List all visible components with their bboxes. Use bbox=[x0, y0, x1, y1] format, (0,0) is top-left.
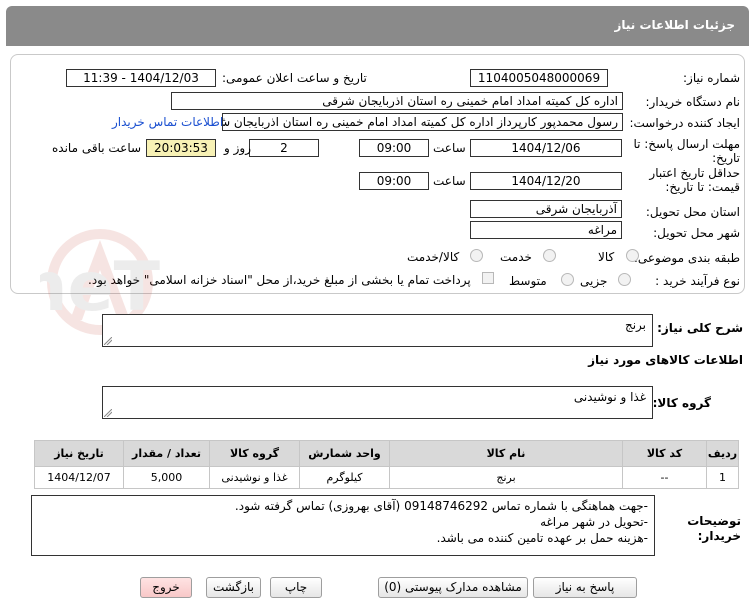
treasury-payment-note: پرداخت تمام یا بخشی از مبلغ خرید،از محل … bbox=[88, 273, 471, 287]
category-label: طبقه بندی موضوعی: bbox=[633, 251, 740, 265]
province-label: استان محل تحویل: bbox=[645, 205, 740, 219]
buyer-org-field: اداره کل کمیته امداد امام خمینی ره استان… bbox=[171, 92, 623, 110]
summary-label: شرح کلی نیاز: bbox=[657, 321, 743, 335]
announce-date-label: تاریخ و ساعت اعلان عمومی: bbox=[222, 71, 367, 85]
remaining-time-field: 20:03:53 bbox=[146, 139, 216, 157]
resize-grip-icon[interactable] bbox=[104, 337, 112, 345]
col-group-header: گروه کالا bbox=[209, 440, 300, 467]
remaining-time-label: ساعت باقی مانده bbox=[52, 141, 142, 155]
back-button[interactable]: بازگشت bbox=[206, 577, 261, 598]
col-date-header: تاریخ نیاز bbox=[34, 440, 124, 467]
summary-text: برنج bbox=[624, 318, 646, 332]
process-medium-radio[interactable] bbox=[561, 273, 574, 286]
col-row-header: ردیف bbox=[706, 440, 739, 467]
province-field: آذربایجان شرقی bbox=[470, 200, 622, 218]
creator-field: رسول محمدپور کارپرداز اداره کل کمیته امد… bbox=[222, 113, 623, 131]
quantity-cell: 5,000 bbox=[123, 466, 210, 489]
need-number-label: شماره نیاز: bbox=[683, 71, 740, 85]
summary-textarea: برنج bbox=[102, 314, 653, 347]
page-header: جزئیات اطلاعات نیاز bbox=[6, 6, 749, 46]
days-label: روز و bbox=[224, 141, 251, 155]
item-code-cell: -- bbox=[622, 466, 707, 489]
treasury-payment-checkbox[interactable] bbox=[482, 272, 494, 284]
goods-table: ردیف کد کالا نام کالا واحد شمارش گروه کا… bbox=[34, 440, 739, 489]
table-header-row: ردیف کد کالا نام کالا واحد شمارش گروه کا… bbox=[34, 440, 739, 467]
item-name-cell: برنج bbox=[389, 466, 623, 489]
buyer-notes-label: توضیحات خریدار: bbox=[687, 514, 741, 543]
group-cell: غذا و نوشیدنی bbox=[209, 466, 300, 489]
category-goods-label: کالا bbox=[598, 250, 615, 264]
col-unit-header: واحد شمارش bbox=[299, 440, 390, 467]
need-date-cell: 1404/12/07 bbox=[34, 466, 124, 489]
table-row[interactable]: 1 -- برنج کیلوگرم غذا و نوشیدنی 5,000 14… bbox=[34, 466, 739, 489]
process-type-label: نوع فرآیند خرید : bbox=[655, 274, 740, 288]
goods-group-textarea: غذا و نوشیدنی bbox=[102, 386, 653, 419]
category-goods-radio[interactable] bbox=[626, 249, 639, 262]
buyer-org-label: نام دستگاه خریدار: bbox=[645, 95, 741, 109]
buyer-contact-link[interactable]: اطلاعات تماس خریدار bbox=[112, 115, 223, 129]
resize-grip-icon[interactable] bbox=[104, 409, 112, 417]
category-both-label: کالا/خدمت bbox=[407, 250, 460, 264]
row-number-cell: 1 bbox=[706, 466, 739, 489]
goods-info-title: اطلاعات کالاهای مورد نیاز bbox=[588, 353, 743, 367]
page-title: جزئیات اطلاعات نیاز bbox=[614, 18, 735, 32]
validity-time-field: 09:00 bbox=[359, 172, 429, 190]
col-name-header: نام کالا bbox=[389, 440, 623, 467]
category-both-radio[interactable] bbox=[470, 249, 483, 262]
goods-group-label: گروه کالا: bbox=[652, 396, 711, 410]
process-medium-label: متوسط bbox=[509, 274, 547, 288]
col-quantity-header: تعداد / مقدار bbox=[123, 440, 210, 467]
process-small-radio[interactable] bbox=[618, 273, 631, 286]
price-validity-label: حداقل تاریخ اعتبار قیمت: تا تاریخ: bbox=[649, 166, 740, 194]
category-service-label: خدمت bbox=[500, 250, 532, 264]
deadline-date-field: 1404/12/06 bbox=[470, 139, 622, 157]
category-service-radio[interactable] bbox=[543, 249, 556, 262]
print-button[interactable]: چاپ bbox=[270, 577, 322, 598]
validity-time-label: ساعت bbox=[433, 174, 466, 188]
deadline-label: مهلت ارسال پاسخ: تا تاریخ: bbox=[633, 137, 740, 165]
view-attachments-button[interactable]: مشاهده مدارک پیوستی (0) bbox=[378, 577, 528, 598]
notes-line: -جهت هماهنگی با شماره تماس 09148746292 (… bbox=[234, 499, 648, 513]
deadline-time-label: ساعت bbox=[433, 141, 466, 155]
creator-label: ایجاد کننده درخواست: bbox=[629, 116, 740, 130]
announce-date-field: 1404/12/03 - 11:39 bbox=[66, 69, 216, 87]
buyer-notes-box: -جهت هماهنگی با شماره تماس 09148746292 (… bbox=[31, 495, 655, 556]
deadline-time-field: 09:00 bbox=[359, 139, 429, 157]
city-field: مراغه bbox=[470, 221, 622, 239]
exit-button[interactable]: خروج bbox=[140, 577, 192, 598]
need-number-field: 1104005048000069 bbox=[470, 69, 608, 87]
unit-cell: کیلوگرم bbox=[299, 466, 390, 489]
days-remaining-field: 2 bbox=[249, 139, 319, 157]
notes-line: -هزینه حمل بر عهده تامین کننده می باشد. bbox=[436, 531, 648, 545]
col-code-header: کد کالا bbox=[622, 440, 707, 467]
process-small-label: جزیی bbox=[580, 274, 608, 288]
city-label: شهر محل تحویل: bbox=[653, 226, 740, 240]
goods-group-text: غذا و نوشیدنی bbox=[573, 390, 646, 404]
reply-button[interactable]: پاسخ به نیاز bbox=[533, 577, 637, 598]
notes-line: -تحویل در شهر مراغه bbox=[540, 515, 648, 529]
validity-date-field: 1404/12/20 bbox=[470, 172, 622, 190]
